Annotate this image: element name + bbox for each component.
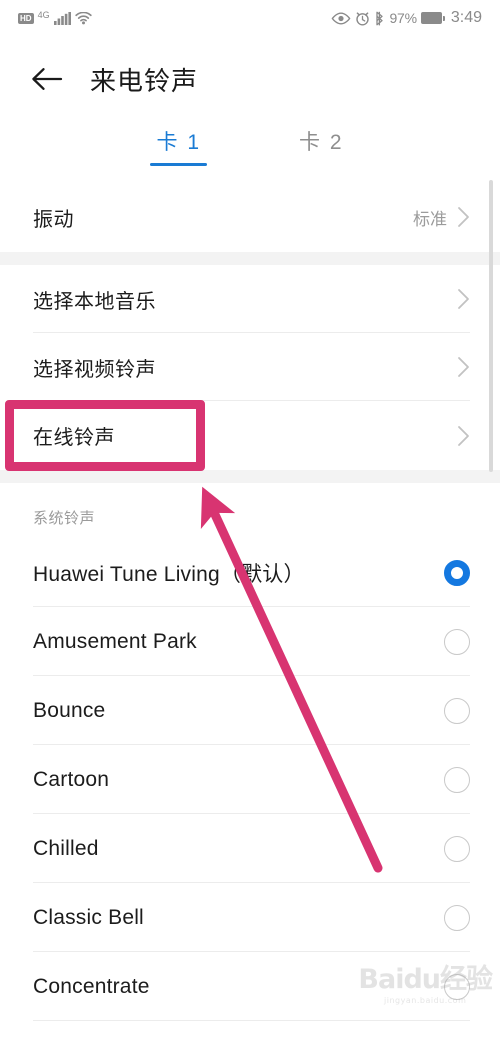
sim-card-tabs: 卡 1 卡 2	[0, 126, 500, 182]
signal-bars-icon	[53, 11, 71, 25]
radio-button-selected[interactable]	[444, 559, 470, 586]
section-gap-1	[0, 252, 500, 265]
chevron-right-icon	[457, 356, 470, 378]
hd-voice-icon: HD	[18, 12, 34, 24]
row-online-ringtone[interactable]: 在线铃声	[0, 401, 500, 470]
app-header: 来电铃声	[0, 36, 500, 122]
row-select-video-ringtone-label: 选择视频铃声	[33, 358, 156, 381]
section-gap-2	[0, 470, 500, 483]
radio-button[interactable]	[444, 697, 470, 724]
list-item-ringtone[interactable]: Amusement Park	[0, 607, 500, 676]
radio-button[interactable]	[444, 766, 470, 793]
list-item-ringtone[interactable]: Classic Bell	[0, 883, 500, 952]
battery-percent-label: 97%	[389, 10, 417, 26]
status-bar: HD 4G 97% 3:49	[0, 0, 500, 36]
row-select-local-music[interactable]: 选择本地音乐	[0, 265, 500, 333]
wifi-icon	[74, 11, 92, 25]
radio-button[interactable]	[444, 904, 470, 931]
ringtone-name: Classic Bell	[33, 905, 144, 929]
tab-sim-1[interactable]: 卡 1	[150, 126, 207, 166]
vertical-scrollbar[interactable]	[489, 180, 493, 472]
row-vibration[interactable]: 振动 标准	[0, 182, 500, 252]
list-item-ringtone[interactable]: Cartoon	[0, 745, 500, 814]
ringtone-name: Cartoon	[33, 767, 110, 791]
chevron-right-icon	[457, 206, 470, 228]
network-type-label: 4G	[37, 10, 50, 20]
status-bar-right: 97% 3:49	[331, 9, 482, 27]
row-online-ringtone-label: 在线铃声	[33, 427, 115, 449]
page-title: 来电铃声	[90, 65, 199, 96]
system-ringtone-block: 系统铃声 Huawei Tune Living（默认） Amusement Pa…	[0, 483, 500, 1039]
list-item-ringtone[interactable]: Huawei Tune Living（默认）	[0, 538, 500, 607]
watermark-text: Baidu经验	[358, 964, 493, 995]
system-ringtone-section-title: 系统铃声	[33, 510, 96, 527]
chevron-right-icon	[457, 425, 470, 447]
bluetooth-icon	[374, 11, 385, 26]
ringtone-name: Huawei Tune Living（默认）	[33, 562, 305, 586]
row-vibration-label: 振动	[33, 208, 74, 231]
row-vibration-value: 标准	[413, 209, 447, 229]
ringtone-list: Huawei Tune Living（默认） Amusement Park Bo…	[0, 538, 500, 1021]
list-item-ringtone[interactable]: Bounce	[0, 676, 500, 745]
list-item-ringtone[interactable]: Chilled	[0, 814, 500, 883]
watermark: Baidu经验 jingyan.baidu.com	[358, 957, 493, 1005]
radio-button[interactable]	[444, 835, 470, 862]
back-arrow-icon[interactable]	[30, 62, 64, 96]
eye-comfort-icon	[331, 11, 351, 25]
row-select-video-ringtone[interactable]: 选择视频铃声	[0, 333, 500, 401]
ringtone-name: Amusement Park	[33, 629, 197, 653]
ringtone-name: Chilled	[33, 836, 99, 860]
vibration-block: 振动 标准	[0, 182, 500, 252]
radio-button[interactable]	[444, 628, 470, 655]
phone-screen: HD 4G 97% 3:49 来电铃声 卡 1 卡 2 振动 标准 选择本地音乐…	[0, 0, 500, 1039]
ringtone-name: Bounce	[33, 698, 106, 722]
ringtone-source-block: 选择本地音乐 选择视频铃声 在线铃声	[0, 265, 500, 470]
alarm-clock-icon	[355, 11, 370, 26]
status-bar-left: HD 4G	[18, 10, 92, 25]
row-divider	[33, 1020, 470, 1021]
tab-sim-2[interactable]: 卡 2	[293, 126, 350, 166]
chevron-right-icon	[457, 288, 470, 310]
battery-full-icon	[420, 12, 445, 24]
watermark-subtext: jingyan.baidu.com	[384, 996, 467, 1005]
clock-label: 3:49	[450, 9, 482, 26]
row-select-local-music-label: 选择本地音乐	[33, 290, 156, 313]
